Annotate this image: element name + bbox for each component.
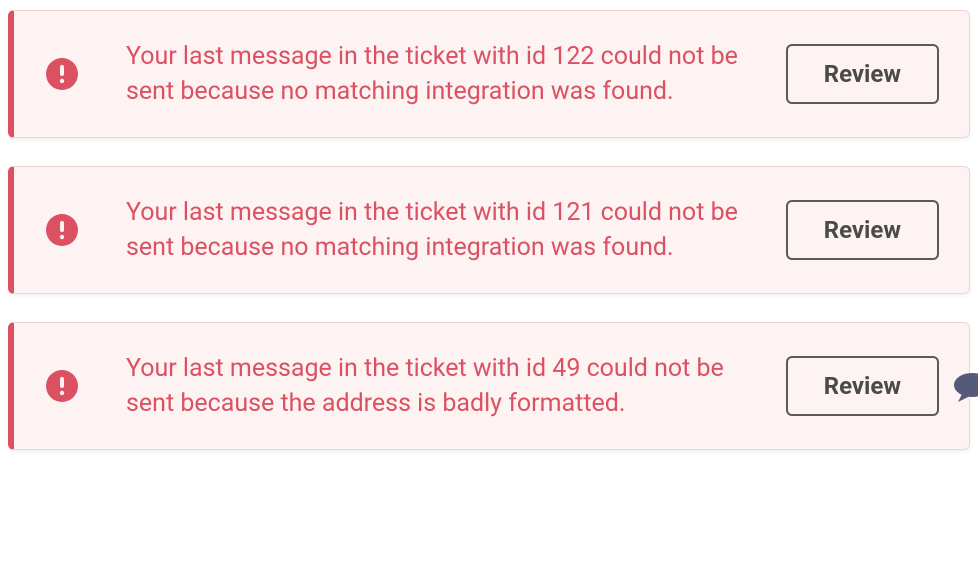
error-notification: Your last message in the ticket with id …	[8, 322, 970, 450]
error-message: Your last message in the ticket with id …	[126, 195, 786, 265]
chat-icon	[944, 372, 978, 402]
action-wrap: Review	[786, 200, 939, 260]
error-notification: Your last message in the ticket with id …	[8, 166, 970, 294]
exclamation-icon	[58, 64, 66, 84]
error-message: Your last message in the ticket with id …	[126, 39, 786, 109]
alert-icon	[46, 214, 78, 246]
alert-icon-wrap	[46, 58, 78, 90]
error-message: Your last message in the ticket with id …	[126, 351, 786, 421]
review-button[interactable]: Review	[786, 200, 939, 260]
action-wrap: Review	[786, 356, 939, 416]
exclamation-icon	[58, 376, 66, 396]
alert-icon	[46, 370, 78, 402]
alert-icon-wrap	[46, 370, 78, 402]
alert-icon	[46, 58, 78, 90]
error-notification: Your last message in the ticket with id …	[8, 10, 970, 138]
alert-icon-wrap	[46, 214, 78, 246]
chat-widget[interactable]	[944, 372, 978, 402]
review-button[interactable]: Review	[786, 44, 939, 104]
review-button[interactable]: Review	[786, 356, 939, 416]
exclamation-icon	[58, 220, 66, 240]
action-wrap: Review	[786, 44, 939, 104]
